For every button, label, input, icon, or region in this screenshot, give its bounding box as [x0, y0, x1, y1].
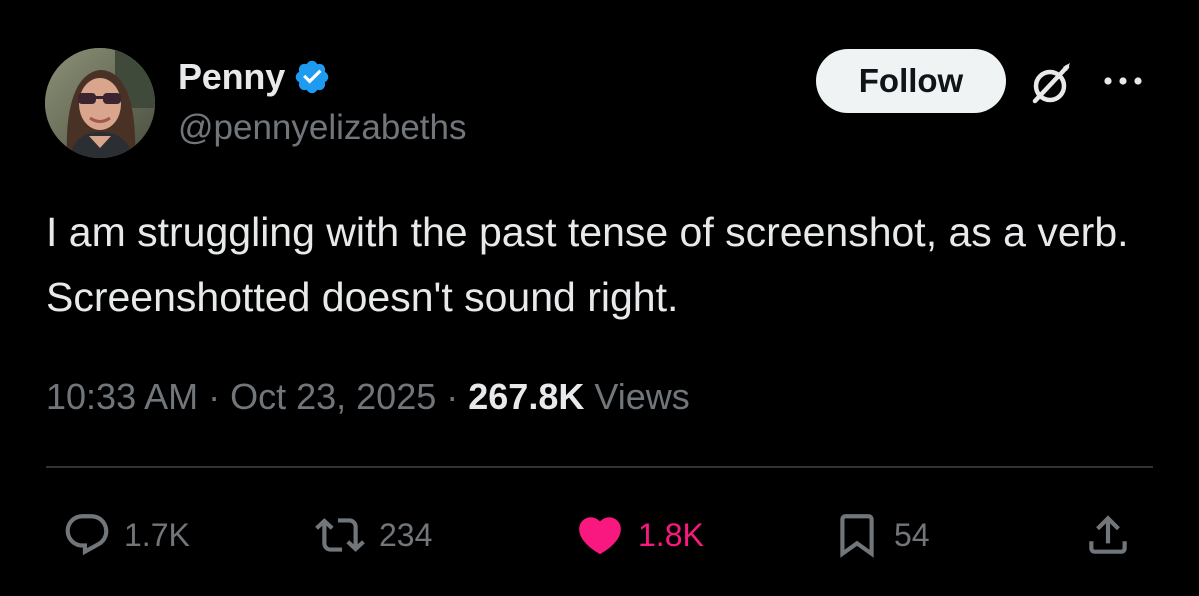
tweet-date[interactable]: Oct 23, 2025 [230, 376, 436, 418]
more-options-icon[interactable] [1100, 66, 1146, 96]
tweet-text: I am struggling with the past tense of s… [46, 209, 1129, 320]
meta-separator: · [208, 376, 221, 417]
retweet-button[interactable]: 234 [313, 508, 432, 562]
follow-button[interactable]: Follow [816, 49, 1006, 113]
reply-button[interactable]: 1.7K [62, 508, 190, 562]
author-handle[interactable]: @pennyelizabeths [178, 108, 467, 148]
like-count: 1.8K [638, 516, 704, 553]
views-count: 267.8K [468, 376, 585, 417]
reply-icon [65, 514, 109, 556]
share-button[interactable] [1083, 508, 1133, 562]
tweet-time[interactable]: 10:33 AM [46, 376, 198, 418]
meta-separator: · [446, 376, 459, 417]
verified-badge-icon[interactable] [293, 58, 331, 96]
views-label: Views [594, 376, 690, 417]
share-icon [1089, 515, 1127, 554]
avatar[interactable] [45, 48, 155, 158]
author-name-row: Penny [178, 54, 331, 100]
like-button[interactable]: 1.8K [574, 508, 704, 562]
author-display-name[interactable]: Penny [178, 56, 285, 98]
retweet-icon [315, 518, 365, 552]
divider [46, 466, 1153, 468]
retweet-count: 234 [379, 516, 433, 553]
heart-icon [579, 517, 621, 555]
avatar-image [45, 48, 155, 158]
tweet-meta: 10:33 AM · Oct 23, 2025 · 267.8K Views [46, 372, 690, 422]
reply-count: 1.7K [124, 516, 190, 553]
grok-icon[interactable] [1027, 60, 1075, 108]
bookmark-icon [840, 514, 874, 558]
bookmark-count: 54 [894, 516, 930, 553]
tweet-card: Penny @pennyelizabeths Follow I am strug… [0, 0, 1199, 596]
bookmark-button[interactable]: 54 [832, 508, 930, 562]
